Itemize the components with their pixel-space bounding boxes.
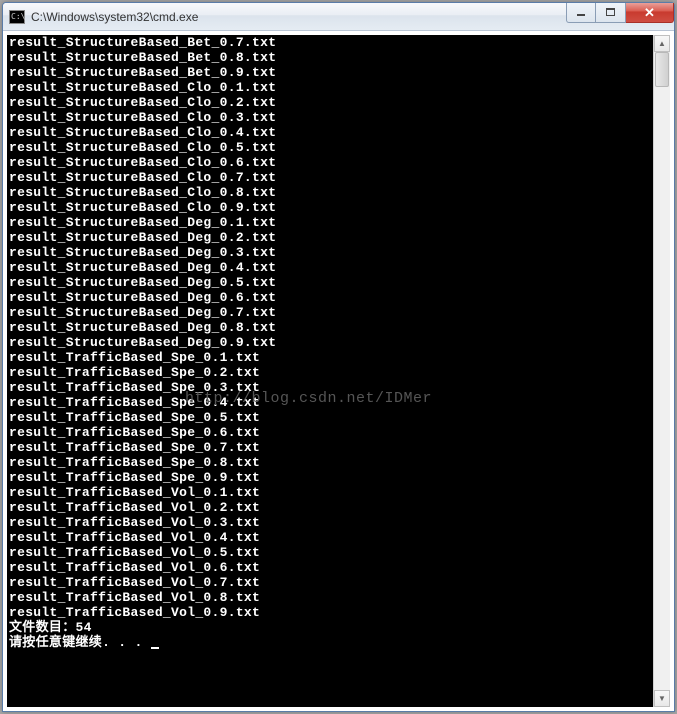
console-line: result_StructureBased_Deg_0.2.txt — [9, 230, 651, 245]
console-line: result_TrafficBased_Spe_0.6.txt — [9, 425, 651, 440]
console-line: result_StructureBased_Clo_0.1.txt — [9, 80, 651, 95]
console-line: result_TrafficBased_Spe_0.9.txt — [9, 470, 651, 485]
console-output[interactable]: http://blog.csdn.net/IDMer result_Struct… — [7, 35, 653, 707]
maximize-icon — [606, 8, 615, 16]
cmd-icon: C:\ — [9, 10, 25, 24]
console-line: 请按任意键继续. . . — [9, 635, 651, 650]
console-line: result_TrafficBased_Vol_0.5.txt — [9, 545, 651, 560]
vertical-scrollbar[interactable]: ▲ ▼ — [653, 35, 670, 707]
console-line: result_StructureBased_Clo_0.4.txt — [9, 125, 651, 140]
console-line: result_TrafficBased_Vol_0.4.txt — [9, 530, 651, 545]
console-line: result_StructureBased_Deg_0.9.txt — [9, 335, 651, 350]
scroll-thumb[interactable] — [655, 52, 669, 87]
minimize-icon — [577, 14, 585, 16]
console-line: result_TrafficBased_Vol_0.6.txt — [9, 560, 651, 575]
window-title: C:\Windows\system32\cmd.exe — [31, 10, 566, 24]
scroll-up-button[interactable]: ▲ — [654, 35, 670, 52]
console-line: result_TrafficBased_Vol_0.3.txt — [9, 515, 651, 530]
console-line: result_StructureBased_Clo_0.6.txt — [9, 155, 651, 170]
console-line: result_StructureBased_Deg_0.3.txt — [9, 245, 651, 260]
console-line: result_StructureBased_Deg_0.6.txt — [9, 290, 651, 305]
scroll-down-button[interactable]: ▼ — [654, 690, 670, 707]
console-line: result_StructureBased_Deg_0.1.txt — [9, 215, 651, 230]
console-line: result_TrafficBased_Vol_0.2.txt — [9, 500, 651, 515]
console-line: result_TrafficBased_Vol_0.9.txt — [9, 605, 651, 620]
console-line: result_TrafficBased_Spe_0.3.txt — [9, 380, 651, 395]
console-line: result_TrafficBased_Vol_0.1.txt — [9, 485, 651, 500]
console-line: result_StructureBased_Clo_0.3.txt — [9, 110, 651, 125]
console-line: result_TrafficBased_Vol_0.8.txt — [9, 590, 651, 605]
close-button[interactable]: ✕ — [626, 3, 674, 23]
console-line: result_StructureBased_Clo_0.8.txt — [9, 185, 651, 200]
console-line: result_StructureBased_Deg_0.4.txt — [9, 260, 651, 275]
console-line: 文件数目：54 — [9, 620, 651, 635]
console-line: result_StructureBased_Clo_0.2.txt — [9, 95, 651, 110]
console-line: result_StructureBased_Bet_0.7.txt — [9, 35, 651, 50]
client-area: http://blog.csdn.net/IDMer result_Struct… — [3, 31, 674, 711]
scroll-track[interactable] — [654, 52, 670, 690]
cursor — [151, 647, 159, 649]
console-line: result_StructureBased_Deg_0.5.txt — [9, 275, 651, 290]
console-line: result_StructureBased_Deg_0.7.txt — [9, 305, 651, 320]
window-controls: ✕ — [566, 3, 674, 23]
console-line: result_TrafficBased_Spe_0.5.txt — [9, 410, 651, 425]
console-line: result_TrafficBased_Spe_0.4.txt — [9, 395, 651, 410]
console-line: result_TrafficBased_Spe_0.2.txt — [9, 365, 651, 380]
titlebar[interactable]: C:\ C:\Windows\system32\cmd.exe ✕ — [3, 3, 674, 31]
console-line: result_TrafficBased_Spe_0.7.txt — [9, 440, 651, 455]
console-line: result_TrafficBased_Vol_0.7.txt — [9, 575, 651, 590]
console-line: result_StructureBased_Bet_0.9.txt — [9, 65, 651, 80]
console-line: result_StructureBased_Bet_0.8.txt — [9, 50, 651, 65]
console-line: result_StructureBased_Clo_0.7.txt — [9, 170, 651, 185]
console-line: result_StructureBased_Clo_0.9.txt — [9, 200, 651, 215]
console-line: result_StructureBased_Clo_0.5.txt — [9, 140, 651, 155]
console-line: result_StructureBased_Deg_0.8.txt — [9, 320, 651, 335]
console-line: result_TrafficBased_Spe_0.1.txt — [9, 350, 651, 365]
cmd-window: C:\ C:\Windows\system32\cmd.exe ✕ http:/… — [2, 2, 675, 712]
maximize-button[interactable] — [596, 3, 626, 23]
minimize-button[interactable] — [566, 3, 596, 23]
console-line: result_TrafficBased_Spe_0.8.txt — [9, 455, 651, 470]
close-icon: ✕ — [644, 6, 655, 19]
